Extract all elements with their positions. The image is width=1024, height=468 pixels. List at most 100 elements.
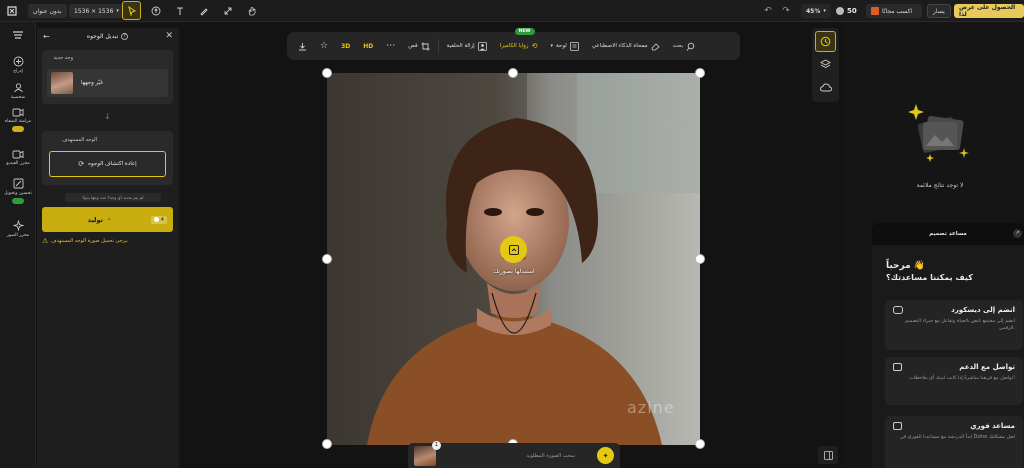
camera-angles-button[interactable]: NEW زوايا الكاميرا ⟲ <box>495 28 543 55</box>
upload-icon <box>151 6 161 16</box>
toggle-panel-button[interactable] <box>818 446 838 464</box>
canvas-button[interactable]: ▾ لوحة <box>545 37 583 55</box>
resize-handle[interactable] <box>695 254 705 264</box>
text-icon <box>177 7 183 15</box>
image-stack-icon <box>908 104 969 162</box>
resize-handle[interactable] <box>695 439 705 449</box>
enhance-icon <box>13 178 23 189</box>
search-button[interactable]: بحث <box>668 37 700 55</box>
video-icon <box>12 150 24 159</box>
assistant-tab-label[interactable]: مساعد تصميم <box>929 231 967 237</box>
source-face-item[interactable]: غيّر وجهها <box>47 69 168 97</box>
rail-item-layers[interactable] <box>0 30 36 40</box>
help-card-desc: تواصل مع فريقنا مباشرةً إذا كانت لديك أي… <box>909 376 1015 381</box>
help-question: كيف يمكننا مساعدتك؟ <box>886 273 973 282</box>
credit-icon <box>836 7 844 15</box>
more-button[interactable]: ⋯ <box>381 37 400 55</box>
chevron-down-icon: ▾ <box>550 43 553 49</box>
source-face-card: وجه جديد غيّر وجهها <box>42 50 173 104</box>
rail-item-video-editor[interactable]: محرر الفيديو <box>0 150 36 166</box>
layers-icon <box>820 59 831 69</box>
section-label: وجه جديد <box>53 55 73 61</box>
3d-button[interactable]: 3D <box>336 37 355 55</box>
resize-handle[interactable] <box>695 68 705 78</box>
panel-title: تبديل الوجوه <box>86 32 119 40</box>
layer-thumbnail-wrap[interactable]: 1 <box>414 440 441 466</box>
back-arrow-icon[interactable]: ← <box>43 32 50 41</box>
user-button[interactable]: يسار <box>927 4 951 18</box>
divider <box>437 39 439 53</box>
download-button[interactable] <box>293 37 312 55</box>
manual-select-hint[interactable]: لم يتم تحديد أي وجه؟ حدد وجهًا يدويًا <box>65 193 161 202</box>
credits-display[interactable]: 50 <box>836 4 857 18</box>
resize-handle[interactable] <box>508 68 518 78</box>
rail-item-lip-sync[interactable]: مزامنة الشفاه <box>0 108 36 132</box>
favorite-button[interactable]: ☆ <box>315 37 333 55</box>
credits-value: 50 <box>847 7 857 15</box>
crop-button[interactable]: قص <box>403 37 434 55</box>
source-face-label: غيّر وجهها <box>81 80 104 86</box>
rail-label: تحسين وتحويل <box>4 191 32 196</box>
redo-button[interactable]: ↷ <box>778 3 794 19</box>
help-card-title: مساعد فوري <box>970 422 1015 430</box>
search-icon <box>686 42 695 51</box>
person-icon <box>477 41 487 51</box>
redetect-faces-button[interactable]: ⟳ إعادة اكتشاف الوجوه <box>49 151 166 177</box>
doc-title-text: بدون عنوان <box>33 7 62 15</box>
face-swap-panel: ← تبديل الوجوه ? ✕ وجه جديد غيّر وجهها ↓… <box>37 28 179 468</box>
replace-image-icon <box>508 244 519 255</box>
upgrade-button[interactable]: الحصول على عرض لذا <box>954 4 1024 18</box>
help-card-support[interactable]: تواصل مع الدعم تواصل مع فريقنا مباشرةً إ… <box>885 357 1023 405</box>
transform-tool-button[interactable] <box>220 3 236 19</box>
warning-text: يرجى تحميل صورة الوجه المستهدف. <box>51 238 129 244</box>
replace-image-label: استبدلها بصورتك <box>493 268 535 275</box>
remove-bg-button[interactable]: إزالة الخلفية <box>442 37 492 55</box>
resize-handle[interactable] <box>322 254 332 264</box>
zoom-dropdown[interactable]: 45% ▾ <box>801 4 831 18</box>
discord-icon <box>893 306 903 314</box>
resize-handle[interactable] <box>322 68 332 78</box>
undo-button[interactable]: ↶ <box>760 3 776 19</box>
redetect-label: إعادة اكتشاف الوجوه <box>88 161 137 167</box>
3d-icon: 3D <box>341 42 351 50</box>
hand-tool-button[interactable] <box>244 3 260 19</box>
cloud-button[interactable] <box>820 83 832 92</box>
rail-item-enhance[interactable]: تحسين وتحويل <box>0 178 36 204</box>
star-icon: ☆ <box>320 41 329 51</box>
layer-count-badge: 1 <box>432 440 441 450</box>
gift-icon <box>871 7 879 15</box>
search-label: بحث <box>672 43 684 49</box>
cost-value: 4 <box>160 216 164 223</box>
rail-item-insert[interactable]: إدراج <box>0 56 36 74</box>
doc-title[interactable]: بدون عنوان <box>28 4 67 18</box>
earn-free-button[interactable]: اكسب مجانًا <box>866 4 922 18</box>
help-icon[interactable]: ? <box>121 32 129 40</box>
resize-handle[interactable] <box>322 439 332 449</box>
cloud-icon <box>820 83 832 92</box>
history-button[interactable] <box>815 31 836 52</box>
help-card-discord[interactable]: انضم إلى ديسكورد انضم إلى مجتمع نابض بال… <box>885 300 1023 350</box>
hd-button[interactable]: HD <box>358 37 378 55</box>
logo-icon[interactable] <box>4 3 20 19</box>
right-tool-column <box>812 28 839 102</box>
close-icon[interactable]: ✕ <box>165 31 173 41</box>
rail-item-character[interactable]: شخصية <box>0 82 36 100</box>
layers-panel-button[interactable] <box>820 59 831 70</box>
help-card-assistant[interactable]: مساعد فوري ابدأ الدردشة مع مساعدنا الفور… <box>885 416 1023 468</box>
more-icon: ⋯ <box>386 41 396 51</box>
ai-eraser-button[interactable]: ممحاة الذكاء الاصطناعي <box>587 37 665 55</box>
canvas-size-dropdown[interactable]: 1536 × 1536 ▾ <box>69 4 124 18</box>
section-label: الوجه المستهدف <box>62 137 97 143</box>
text-tool-button[interactable] <box>172 3 188 19</box>
generate-button[interactable]: توليد ✦ 4 <box>42 207 173 232</box>
select-tool-button[interactable] <box>122 1 141 20</box>
rail-item-image-editor[interactable]: محرر الصور <box>0 220 36 238</box>
layer-action-button[interactable]: ✦ <box>597 447 614 464</box>
draw-tool-button[interactable] <box>196 3 212 19</box>
rail-label: محرر الفيديو <box>6 161 30 166</box>
upload-tool-button[interactable] <box>148 3 164 19</box>
expand-icon[interactable]: ↗ <box>1013 229 1022 238</box>
character-icon <box>13 83 23 93</box>
replace-image-button[interactable] <box>500 236 527 263</box>
zoom-value: 45% <box>806 7 821 15</box>
